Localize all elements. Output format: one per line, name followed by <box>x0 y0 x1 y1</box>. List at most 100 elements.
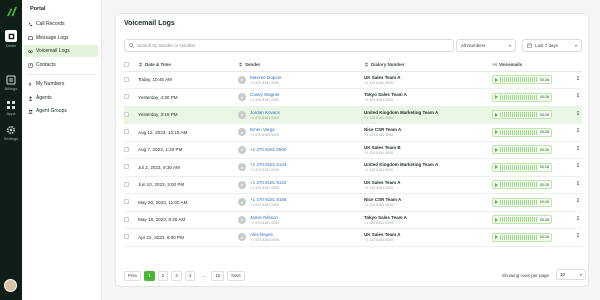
sender-link[interactable]: +1 470 8181 8166 <box>250 197 286 202</box>
play-icon[interactable] <box>495 95 498 100</box>
chevron-down-icon: ▾ <box>508 43 511 48</box>
table-row[interactable]: Today, 10:45 AM ● Maxime Dupont +1 470 8181… <box>124 71 582 89</box>
download-icon[interactable]: ↧ <box>574 146 582 154</box>
row-checkbox[interactable] <box>124 146 129 152</box>
page-button-4[interactable]: 4 <box>184 270 196 281</box>
select-all-checkbox[interactable] <box>124 61 129 67</box>
sender-link[interactable]: Jamie Nilsson <box>250 215 279 220</box>
play-icon[interactable] <box>495 182 498 187</box>
sender-link[interactable]: +1 470 8181 8122 <box>250 180 286 185</box>
sender-avatar-icon: ● <box>238 215 246 224</box>
voicemail-player[interactable]: 00:28 <box>492 75 552 85</box>
nav-item-contacts[interactable]: Contacts <box>24 59 98 71</box>
rail-item-apps[interactable]: Apps <box>0 100 22 116</box>
download-icon[interactable]: ↧ <box>574 128 582 136</box>
sender-link[interactable]: +1 470 8181 0500 <box>250 147 286 152</box>
sender-link[interactable]: Jordan Kovacs <box>250 110 280 115</box>
page-button-3[interactable]: 3 <box>171 270 182 281</box>
date-range-dropdown[interactable]: Last 7 days ▾ <box>522 39 582 52</box>
next-page-button[interactable]: Next <box>227 270 245 281</box>
voicemail-player[interactable]: 00:28 <box>492 110 552 120</box>
table-row[interactable]: Apr 22, 2023, 6:00 PM ● Alex Reyes +1 470 8… <box>124 228 582 247</box>
table-row[interactable]: Aug 7, 2023, 1:20 PM ● +1 470 8181 0500 UK … <box>124 141 582 159</box>
row-checkbox[interactable] <box>124 181 129 187</box>
nav-item-voicemail-logs[interactable]: Voicemail Logs <box>24 45 98 57</box>
row-checkbox[interactable] <box>124 164 129 170</box>
download-icon[interactable]: ↧ <box>574 181 582 189</box>
row-checkbox[interactable] <box>124 94 129 100</box>
download-icon[interactable]: ↧ <box>574 216 582 224</box>
rail-item-billings[interactable]: Billings <box>0 75 22 91</box>
row-date: Jun 10, 2023, 3:00 PM <box>138 176 238 194</box>
sort-icon[interactable] <box>364 62 369 67</box>
download-icon[interactable]: ↧ <box>574 111 582 119</box>
prev-page-button[interactable]: Prev <box>124 270 142 281</box>
sort-icon[interactable] <box>138 62 143 67</box>
table-row[interactable]: Jul 2, 2023, 9:30 AM ● +1 470 8181 8144 +1 … <box>124 158 582 177</box>
sort-icon[interactable] <box>238 62 243 67</box>
nav-item-agent-groups[interactable]: Agent Groups <box>24 105 98 117</box>
dialer-icon <box>8 33 14 39</box>
sender-number: +1 470 8181 0000 <box>250 238 280 243</box>
team-number: +1 123 8181 0000 <box>364 220 394 225</box>
download-icon[interactable]: ↧ <box>574 76 582 84</box>
voicemail-player[interactable]: 00:28 <box>492 215 552 225</box>
voicemail-player[interactable]: 00:28 <box>492 92 552 102</box>
voicemail-player[interactable]: 00:28 <box>492 127 552 137</box>
play-icon[interactable] <box>495 200 498 205</box>
play-icon[interactable] <box>495 235 498 240</box>
sender-link[interactable]: Casey Wagner <box>250 92 280 97</box>
play-icon[interactable] <box>495 217 498 222</box>
row-dialory-cell: Tokyo Sales Team A +1 123 8181 0000 <box>364 88 492 107</box>
row-sender-cell: ● Emeri Varga +1 470 8181 0000 <box>238 123 364 142</box>
play-icon[interactable] <box>495 130 498 135</box>
table-row[interactable]: May 18, 2023, 8:45 AM ● Jamie Nilsson +1 47… <box>124 211 582 229</box>
rows-per-page-dropdown[interactable]: 10 ▾ <box>556 269 586 280</box>
nav-item-call-records[interactable]: Call Records <box>24 18 98 30</box>
rail-item-dialer[interactable]: Dialer <box>0 30 22 48</box>
table-row[interactable]: Yesterday, 4:30 PM ● Casey Wagner +1 470 81… <box>124 88 582 107</box>
row-date: Aug 7, 2023, 1:20 PM <box>138 141 238 159</box>
download-icon[interactable]: ↧ <box>574 198 582 206</box>
download-icon[interactable]: ↧ <box>574 233 582 241</box>
user-avatar[interactable] <box>4 279 17 292</box>
numbers-filter-dropdown[interactable]: All Numbers ▾ <box>456 39 516 52</box>
play-icon[interactable] <box>495 147 498 152</box>
sender-link[interactable]: Emeri Varga <box>250 127 279 132</box>
nav-item-message-logs[interactable]: Message Logs <box>24 32 98 44</box>
sender-link[interactable]: +1 470 8181 8144 <box>250 162 286 167</box>
row-checkbox[interactable] <box>124 76 129 82</box>
page-button-10[interactable]: 10 <box>211 270 225 281</box>
voicemail-player[interactable]: 00:28 <box>492 232 552 242</box>
sender-link[interactable]: Alex Reyes <box>250 232 279 237</box>
row-checkbox[interactable] <box>124 129 129 135</box>
rail-item-settings[interactable]: Settings <box>0 125 22 141</box>
row-checkbox[interactable] <box>124 111 129 117</box>
voicemail-player[interactable]: 00:28 <box>492 145 552 155</box>
page-button-1[interactable]: 1 <box>144 270 155 281</box>
nav-item-my-numbers[interactable]: # My Numbers <box>24 78 98 90</box>
download-icon[interactable]: ↧ <box>574 163 582 171</box>
search-input[interactable]: Search by Sender or Number <box>124 39 454 52</box>
sender-link[interactable]: Maxime Dupont <box>250 75 282 80</box>
waveform-icon <box>500 164 537 170</box>
play-icon[interactable] <box>495 112 498 117</box>
row-checkbox[interactable] <box>124 216 129 222</box>
table-row[interactable]: Yesterday, 3:15 PM ● Jordan Kovacs +1 470 8… <box>124 106 582 124</box>
row-date: Yesterday, 4:30 PM <box>138 88 238 107</box>
row-checkbox[interactable] <box>124 199 129 205</box>
nav-item-agents[interactable]: Agents <box>24 92 98 104</box>
nav-item-label: Contacts <box>36 62 56 68</box>
row-checkbox[interactable] <box>124 234 129 240</box>
table-row[interactable]: Aug 12, 2023, 10:15 AM ● Emeri Varga +1 470… <box>124 123 582 142</box>
voicemail-player[interactable]: 00:28 <box>492 162 552 172</box>
voicemail-player[interactable]: 00:28 <box>492 180 552 190</box>
page-button-2[interactable]: 2 <box>157 270 169 281</box>
voicemail-player[interactable]: 00:28 <box>492 197 552 207</box>
play-icon[interactable] <box>495 77 498 82</box>
play-icon[interactable] <box>495 165 498 170</box>
pagination: Prev 1 2 3 4 ... 10 Next <box>124 270 248 281</box>
table-row[interactable]: Jun 10, 2023, 3:00 PM ● +1 470 8181 8122 +1… <box>124 176 582 194</box>
table-row[interactable]: May 20, 2023, 11:00 AM ● +1 470 8181 8166 +… <box>124 193 582 212</box>
download-icon[interactable]: ↧ <box>574 93 582 101</box>
